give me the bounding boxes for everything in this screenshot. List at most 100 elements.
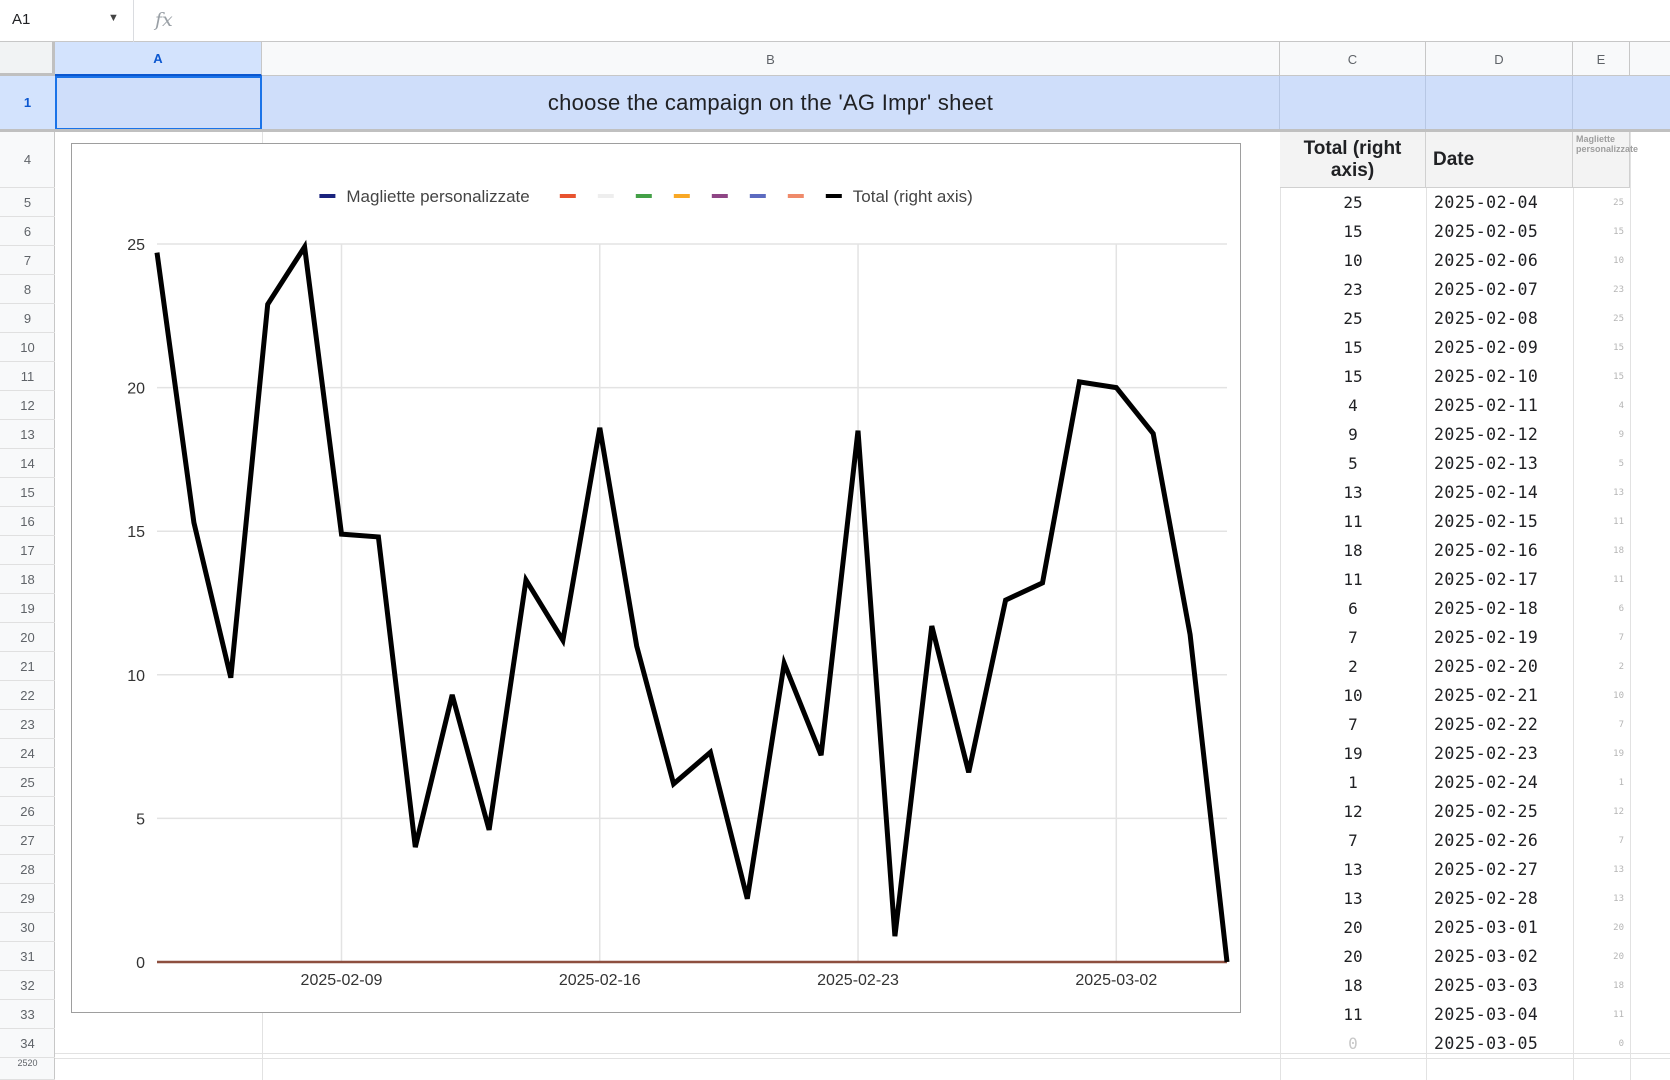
row-header[interactable]: 19 [0,594,55,623]
column-header-d[interactable]: D [1426,42,1573,76]
name-box[interactable]: A1 ▼ [0,0,134,42]
magliette-cell[interactable]: 6 [1573,594,1630,623]
magliette-cell[interactable]: 1 [1573,768,1630,797]
total-cell[interactable]: 10 [1280,246,1426,275]
magliette-cell[interactable]: 20 [1573,913,1630,942]
total-cell[interactable]: 18 [1280,536,1426,565]
magliette-cell[interactable]: 4 [1573,391,1630,420]
total-cell[interactable]: 18 [1280,971,1426,1000]
magliette-cell[interactable]: 19 [1573,739,1630,768]
magliette-cell[interactable]: 11 [1573,507,1630,536]
magliette-cell[interactable]: 7 [1573,623,1630,652]
date-cell[interactable]: 2025-02-15 [1426,507,1573,536]
row-header[interactable]: 14 [0,449,55,478]
magliette-cell[interactable]: 11 [1573,565,1630,594]
total-cell[interactable]: 12 [1280,797,1426,826]
total-cell[interactable]: 23 [1280,275,1426,304]
total-cell[interactable]: 19 [1280,739,1426,768]
magliette-cell[interactable]: 13 [1573,478,1630,507]
date-cell[interactable]: 2025-02-26 [1426,826,1573,855]
magliette-cell[interactable]: 12 [1573,797,1630,826]
magliette-cell[interactable]: 7 [1573,710,1630,739]
date-cell[interactable]: 2025-02-13 [1426,449,1573,478]
total-cell[interactable]: 13 [1280,478,1426,507]
magliette-cell[interactable]: 11 [1573,1000,1630,1029]
date-cell[interactable]: 2025-02-06 [1426,246,1573,275]
row-header[interactable]: 6 [0,217,55,246]
row-header[interactable]: 33 [0,1000,55,1029]
banner-cell-e[interactable] [1573,76,1670,130]
total-cell[interactable]: 15 [1280,333,1426,362]
date-cell[interactable]: 2025-02-24 [1426,768,1573,797]
date-cell[interactable]: 2025-02-08 [1426,304,1573,333]
date-cell[interactable]: 2025-03-03 [1426,971,1573,1000]
date-cell[interactable]: 2025-02-23 [1426,739,1573,768]
magliette-cell[interactable]: 25 [1573,304,1630,333]
date-cell[interactable]: 2025-02-07 [1426,275,1573,304]
magliette-cell[interactable]: 15 [1573,333,1630,362]
date-cell[interactable]: 2025-02-25 [1426,797,1573,826]
row-header[interactable]: 23 [0,710,55,739]
date-cell[interactable]: 2025-02-14 [1426,478,1573,507]
magliette-cell[interactable]: 13 [1573,855,1630,884]
total-cell[interactable]: 9 [1280,420,1426,449]
total-cell[interactable]: 0 [1280,1029,1426,1058]
line-chart[interactable]: 0 5 10 15 20 25 2025-02-09 2025-02-16 2025-02-23… [71,143,1241,1013]
row-header[interactable]: 9 [0,304,55,333]
header-date[interactable]: Date [1426,132,1573,188]
header-magliette[interactable]: Magliette personalizzate [1573,132,1638,188]
column-header-a[interactable]: A [55,42,262,76]
row-header[interactable]: 20 [0,623,55,652]
row-header[interactable]: 17 [0,536,55,565]
magliette-cell[interactable]: 7 [1573,826,1630,855]
date-cell[interactable]: 2025-02-18 [1426,594,1573,623]
total-cell[interactable]: 25 [1280,304,1426,333]
select-all-corner[interactable] [0,42,55,76]
magliette-cell[interactable]: 13 [1573,884,1630,913]
magliette-cell[interactable]: 2 [1573,652,1630,681]
total-cell[interactable]: 20 [1280,942,1426,971]
total-cell[interactable]: 15 [1280,217,1426,246]
date-cell[interactable]: 2025-02-04 [1426,188,1573,217]
total-cell[interactable]: 11 [1280,565,1426,594]
row-header[interactable]: 26 [0,797,55,826]
column-header-e[interactable]: E [1573,42,1630,76]
date-cell[interactable]: 2025-03-01 [1426,913,1573,942]
magliette-cell[interactable]: 10 [1573,681,1630,710]
magliette-cell[interactable]: 10 [1573,246,1630,275]
row-header[interactable]: 24 [0,739,55,768]
banner-cell-c[interactable] [1280,76,1426,130]
row-header[interactable]: 16 [0,507,55,536]
date-cell[interactable]: 2025-02-22 [1426,710,1573,739]
magliette-cell[interactable]: 15 [1573,362,1630,391]
row-header[interactable]: 10 [0,333,55,362]
row-header[interactable]: 18 [0,565,55,594]
date-cell[interactable]: 2025-02-20 [1426,652,1573,681]
banner-cell[interactable]: choose the campaign on the 'AG Impr' she… [262,76,1280,130]
date-cell[interactable]: 2025-02-12 [1426,420,1573,449]
total-cell[interactable]: 4 [1280,391,1426,420]
date-cell[interactable]: 2025-02-16 [1426,536,1573,565]
date-cell[interactable]: 2025-02-27 [1426,855,1573,884]
magliette-cell[interactable]: 18 [1573,971,1630,1000]
date-cell[interactable]: 2025-03-05 [1426,1029,1573,1058]
total-cell[interactable]: 11 [1280,507,1426,536]
row-header[interactable]: 21 [0,652,55,681]
total-cell[interactable]: 20 [1280,913,1426,942]
total-cell[interactable]: 7 [1280,710,1426,739]
date-cell[interactable]: 2025-03-02 [1426,942,1573,971]
total-cell[interactable]: 13 [1280,884,1426,913]
magliette-cell[interactable]: 23 [1573,275,1630,304]
row-header[interactable]: 29 [0,884,55,913]
row-header[interactable]: 5 [0,188,55,217]
row-header[interactable]: 2520 [0,1058,55,1080]
row-header[interactable]: 12 [0,391,55,420]
date-cell[interactable]: 2025-02-10 [1426,362,1573,391]
date-cell[interactable]: 2025-03-04 [1426,1000,1573,1029]
date-cell[interactable]: 2025-02-21 [1426,681,1573,710]
total-cell[interactable]: 25 [1280,188,1426,217]
row-header[interactable]: 1 [0,76,55,130]
row-header[interactable]: 15 [0,478,55,507]
row-header[interactable]: 11 [0,362,55,391]
row-header[interactable]: 22 [0,681,55,710]
